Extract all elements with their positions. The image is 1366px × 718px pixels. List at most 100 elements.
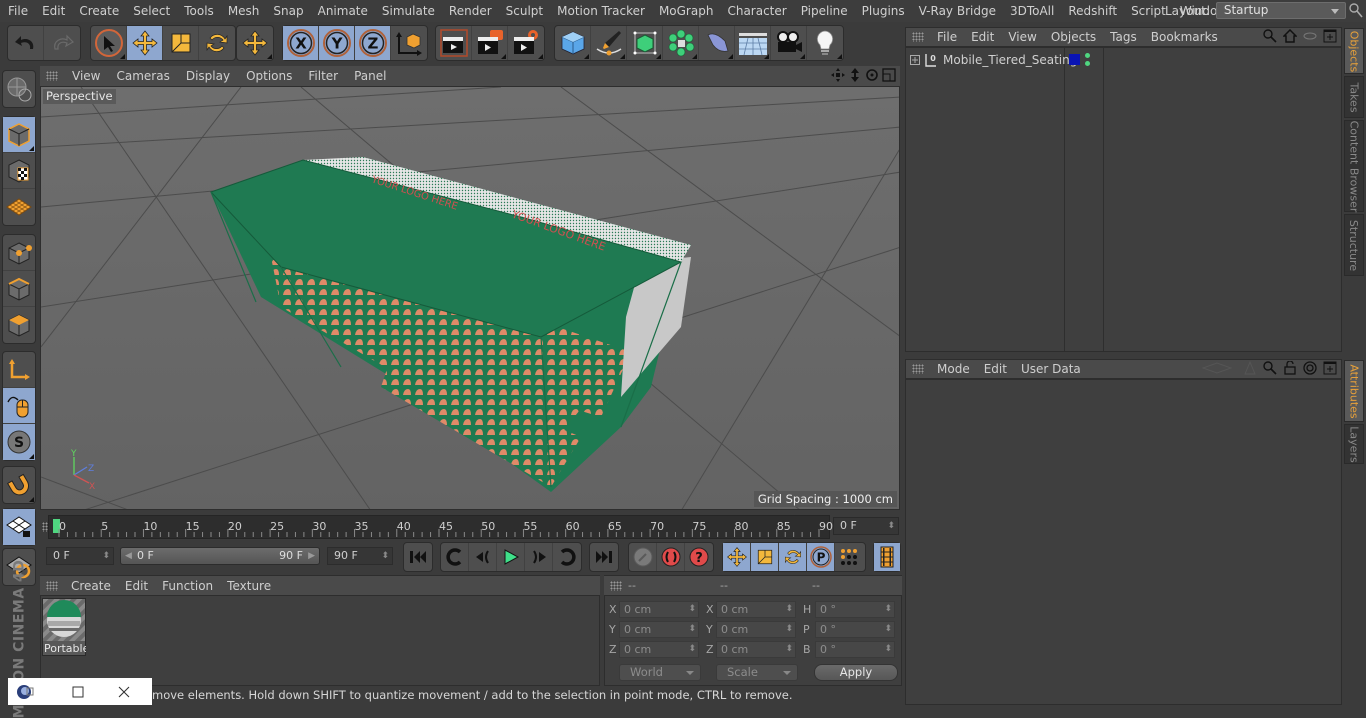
attributes-menu-user-data[interactable]: User Data bbox=[1014, 362, 1088, 376]
menu-plugins[interactable]: Plugins bbox=[855, 4, 912, 18]
panel-grip-icon[interactable] bbox=[46, 580, 58, 591]
key-position-button[interactable] bbox=[723, 543, 751, 571]
target-icon[interactable] bbox=[1303, 361, 1317, 375]
coordinate-space-dropdown[interactable]: World bbox=[619, 664, 701, 681]
menu-3dtoall[interactable]: 3DToAll bbox=[1003, 4, 1061, 18]
rotation-b-field[interactable]: 0 ° bbox=[815, 641, 895, 658]
render-visibility-dot[interactable] bbox=[1085, 61, 1090, 66]
polygons-mode-button[interactable] bbox=[3, 307, 35, 343]
menu-tools[interactable]: Tools bbox=[177, 4, 221, 18]
viewport-menu-cameras[interactable]: Cameras bbox=[108, 69, 177, 83]
size-y-field[interactable]: 0 cm bbox=[716, 621, 796, 638]
menu-render[interactable]: Render bbox=[442, 4, 499, 18]
editor-visibility-dot[interactable] bbox=[1085, 53, 1090, 58]
render-view-button[interactable] bbox=[436, 26, 472, 60]
timeline-ruler[interactable]: 0 5 10 15 20 25 30 35 40 45 50 55 60 65 70 75 80 85 90 bbox=[48, 515, 833, 539]
preview-range-slider[interactable]: ◀ 0 F 90 F ▶ bbox=[120, 547, 320, 565]
orbit-icon[interactable] bbox=[865, 68, 879, 82]
panel-grip-icon[interactable] bbox=[610, 580, 622, 591]
next-key-button[interactable] bbox=[553, 543, 581, 571]
tab-objects[interactable]: Objects bbox=[1344, 28, 1364, 74]
menu-mograph[interactable]: MoGraph bbox=[652, 4, 721, 18]
range-left-arrow-icon[interactable]: ◀ bbox=[125, 548, 132, 564]
menu-snap[interactable]: Snap bbox=[266, 4, 310, 18]
cloner-button[interactable] bbox=[663, 26, 699, 60]
end-frame-field[interactable]: 90 F bbox=[327, 547, 393, 565]
x-axis-button[interactable]: X bbox=[283, 26, 319, 60]
subdivision-surface-button[interactable] bbox=[627, 26, 663, 60]
cinema4d-app-icon[interactable] bbox=[16, 684, 34, 700]
close-icon[interactable] bbox=[118, 686, 130, 698]
points-mode-button[interactable] bbox=[3, 235, 35, 271]
make-editable-button[interactable] bbox=[3, 71, 35, 107]
bend-deformer-button[interactable] bbox=[699, 26, 735, 60]
viewport-menu-panel[interactable]: Panel bbox=[346, 69, 394, 83]
previous-key-button[interactable] bbox=[441, 543, 469, 571]
tab-structure[interactable]: Structure bbox=[1344, 214, 1364, 276]
tab-attributes[interactable]: Attributes bbox=[1344, 360, 1364, 422]
key-rotation-button[interactable] bbox=[779, 543, 807, 571]
object-menu-view[interactable]: View bbox=[1001, 30, 1043, 44]
rotation-h-field[interactable]: 0 ° bbox=[815, 601, 895, 618]
render-settings-button[interactable] bbox=[508, 26, 544, 60]
object-menu-objects[interactable]: Objects bbox=[1044, 30, 1103, 44]
object-menu-edit[interactable]: Edit bbox=[964, 30, 1001, 44]
transform-mode-dropdown[interactable]: Scale bbox=[716, 664, 798, 681]
menu-pipeline[interactable]: Pipeline bbox=[794, 4, 855, 18]
size-z-field[interactable]: 0 cm bbox=[716, 641, 796, 658]
maximize-view-icon[interactable] bbox=[882, 68, 896, 82]
up-arrow-icon[interactable] bbox=[1243, 361, 1257, 375]
tab-takes[interactable]: Takes bbox=[1344, 76, 1364, 118]
zoom-view-icon[interactable] bbox=[848, 68, 862, 82]
cube-button[interactable] bbox=[555, 26, 591, 60]
tweak-mode-button[interactable] bbox=[3, 388, 35, 424]
3d-viewport[interactable]: YOUR LOGO HERE YOUR LOGO HERE Y Z X Pers… bbox=[40, 86, 900, 510]
lock-icon[interactable] bbox=[1283, 361, 1297, 375]
go-to-end-button[interactable] bbox=[590, 543, 618, 571]
position-x-field[interactable]: 0 cm bbox=[619, 601, 699, 618]
material-swatch[interactable]: Portable bbox=[42, 598, 86, 656]
viewport-menu-view[interactable]: View bbox=[64, 69, 108, 83]
camera-label[interactable]: Perspective bbox=[43, 89, 116, 104]
panel-grip-icon[interactable] bbox=[912, 32, 924, 42]
recent-tool-button[interactable] bbox=[237, 26, 273, 60]
menu-edit[interactable]: Edit bbox=[35, 4, 72, 18]
object-menu-file[interactable]: File bbox=[930, 30, 964, 44]
menu-motion-tracker[interactable]: Motion Tracker bbox=[550, 4, 652, 18]
visibility-icon[interactable] bbox=[1303, 29, 1317, 43]
size-x-field[interactable]: 0 cm bbox=[716, 601, 796, 618]
menu-animate[interactable]: Animate bbox=[311, 4, 375, 18]
home-icon[interactable] bbox=[1283, 29, 1297, 43]
edges-mode-button[interactable] bbox=[3, 271, 35, 307]
key-scale-button[interactable] bbox=[751, 543, 779, 571]
workplane-lock-button[interactable] bbox=[3, 509, 35, 545]
object-name[interactable]: Mobile_Tiered_Seating bbox=[943, 53, 1077, 67]
object-menu-tags[interactable]: Tags bbox=[1103, 30, 1144, 44]
z-axis-button[interactable]: Z bbox=[355, 26, 391, 60]
object-menu-bookmarks[interactable]: Bookmarks bbox=[1144, 30, 1225, 44]
expand-icon[interactable] bbox=[910, 55, 920, 65]
material-menu-texture[interactable]: Texture bbox=[220, 579, 278, 593]
attributes-menu-mode[interactable]: Mode bbox=[930, 362, 977, 376]
coordinate-system-button[interactable] bbox=[391, 26, 427, 60]
snapping-button[interactable] bbox=[3, 467, 35, 503]
material-menu-edit[interactable]: Edit bbox=[118, 579, 155, 593]
search-icon[interactable] bbox=[1263, 29, 1277, 43]
go-to-start-button[interactable] bbox=[404, 543, 432, 571]
current-frame-field[interactable]: 0 F bbox=[833, 517, 899, 535]
object-row[interactable]: 0 Mobile_Tiered_Seating bbox=[906, 50, 1342, 70]
menu-mesh[interactable]: Mesh bbox=[221, 4, 267, 18]
camera-button[interactable] bbox=[771, 26, 807, 60]
menu-select[interactable]: Select bbox=[126, 4, 177, 18]
render-picture-viewer-button[interactable] bbox=[472, 26, 508, 60]
floor-button[interactable] bbox=[735, 26, 771, 60]
y-axis-button[interactable]: Y bbox=[319, 26, 355, 60]
keyframe-selection-button[interactable]: ? bbox=[685, 543, 713, 571]
menu-create[interactable]: Create bbox=[72, 4, 126, 18]
workplane-mode-button[interactable] bbox=[3, 189, 35, 225]
range-right-arrow-icon[interactable]: ▶ bbox=[308, 548, 315, 564]
next-frame-button[interactable] bbox=[525, 543, 553, 571]
redo-button[interactable] bbox=[44, 26, 80, 60]
viewport-menu-filter[interactable]: Filter bbox=[300, 69, 346, 83]
tab-layers[interactable]: Layers bbox=[1344, 424, 1364, 464]
